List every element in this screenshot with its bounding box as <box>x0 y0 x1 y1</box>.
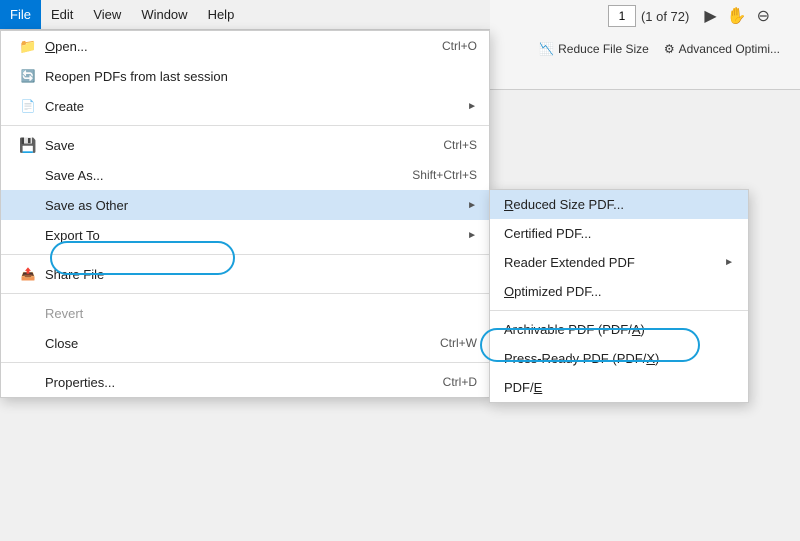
properties-shortcut: Ctrl+D <box>443 375 477 389</box>
menu-help[interactable]: Help <box>198 0 245 29</box>
menu-item-open[interactable]: 📁 Open... Ctrl+O <box>1 31 489 61</box>
submenu-item-reader-extended[interactable]: Reader Extended PDF ► <box>490 248 748 277</box>
menu-item-save[interactable]: 💾 Save Ctrl+S <box>1 130 489 160</box>
optimized-pdf-label: Optimized PDF... <box>504 284 734 299</box>
open-label: Open... <box>45 39 422 54</box>
separator-2 <box>1 254 489 255</box>
close-shortcut: Ctrl+W <box>440 336 477 350</box>
properties-label: Properties... <box>45 375 423 390</box>
menu-item-revert: Revert <box>1 298 489 328</box>
page-count: (1 of 72) <box>641 9 689 24</box>
create-arrow: ► <box>467 101 477 112</box>
submenu-separator-1 <box>490 310 748 311</box>
menu-item-create[interactable]: 📄 Create ► <box>1 91 489 121</box>
optimize-icon: ⚙ <box>664 42 675 56</box>
submenu-item-press-ready-pdf[interactable]: Press-Ready PDF (PDF/X) <box>490 344 748 373</box>
page-nav: (1 of 72) <box>608 5 689 27</box>
save-label: Save <box>45 138 423 153</box>
advanced-optimize-btn[interactable]: ⚙ Advanced Optimi... <box>664 42 780 56</box>
menu-item-properties[interactable]: Properties... Ctrl+D <box>1 367 489 397</box>
save-as-shortcut: Shift+Ctrl+S <box>412 168 477 182</box>
reduce-icon: 📉 <box>539 42 554 56</box>
menu-item-save-as-other[interactable]: Save as Other ► Reduced Size PDF... Cert… <box>1 190 489 220</box>
reopen-icon: 🔄 <box>15 69 41 83</box>
reduced-pdf-label: Reduced Size PDF... <box>504 197 734 212</box>
export-to-arrow: ► <box>467 230 477 241</box>
app-window: (1 of 72) ▶ ✋ ⊖ 📉 Reduce File Size ⚙ Adv… <box>0 0 800 541</box>
save-as-other-arrow: ► <box>467 200 477 211</box>
separator-3 <box>1 293 489 294</box>
revert-label: Revert <box>45 306 477 321</box>
separator-4 <box>1 362 489 363</box>
hand-icon[interactable]: ✋ <box>727 6 747 26</box>
save-icon: 💾 <box>15 137 41 154</box>
menu-item-save-as[interactable]: Save As... Shift+Ctrl+S <box>1 160 489 190</box>
menu-view[interactable]: View <box>83 0 131 29</box>
export-to-label: Export To <box>45 228 467 243</box>
menubar: File Edit View Window Help <box>0 0 490 30</box>
submenu-item-reduced-pdf[interactable]: Reduced Size PDF... <box>490 190 748 219</box>
submenu-item-optimized-pdf[interactable]: Optimized PDF... <box>490 277 748 306</box>
menu-edit[interactable]: Edit <box>41 0 83 29</box>
share-label: Share File <box>45 267 477 282</box>
reader-extended-arrow: ► <box>724 257 734 268</box>
toolbar-actions: 📉 Reduce File Size ⚙ Advanced Optimi... <box>539 42 780 56</box>
open-shortcut: Ctrl+O <box>442 39 477 53</box>
certified-pdf-label: Certified PDF... <box>504 226 734 241</box>
separator-1 <box>1 125 489 126</box>
page-number-input[interactable] <box>608 5 636 27</box>
share-icon: 📤 <box>15 267 41 281</box>
menu-file[interactable]: File <box>0 0 41 29</box>
create-icon: 📄 <box>15 99 41 113</box>
press-ready-pdf-label: Press-Ready PDF (PDF/X) <box>504 351 734 366</box>
pdfe-label: PDF/E <box>504 380 734 395</box>
reader-extended-label: Reader Extended PDF <box>504 255 724 270</box>
submenu-item-archivable-pdf[interactable]: Archivable PDF (PDF/A) <box>490 315 748 344</box>
file-dropdown-menu: 📁 Open... Ctrl+O 🔄 Reopen PDFs from last… <box>0 30 490 398</box>
menu-window[interactable]: Window <box>131 0 197 29</box>
reduce-label: Reduce File Size <box>558 42 649 56</box>
submenu-item-certified-pdf[interactable]: Certified PDF... <box>490 219 748 248</box>
toolbar-right: (1 of 72) ▶ ✋ ⊖ <box>608 5 770 27</box>
reduce-file-size-btn[interactable]: 📉 Reduce File Size <box>539 42 649 56</box>
menu-item-close[interactable]: Close Ctrl+W <box>1 328 489 358</box>
reopen-label: Reopen PDFs from last session <box>45 69 477 84</box>
archivable-pdf-label: Archivable PDF (PDF/A) <box>504 322 734 337</box>
optimize-label: Advanced Optimi... <box>679 42 780 56</box>
menu-item-share[interactable]: 📤 Share File <box>1 259 489 289</box>
menu-item-reopen[interactable]: 🔄 Reopen PDFs from last session <box>1 61 489 91</box>
menu-item-export-to[interactable]: Export To ► <box>1 220 489 250</box>
create-label: Create <box>45 99 467 114</box>
submenu-item-pdfe[interactable]: PDF/E <box>490 373 748 402</box>
toolbar-icons: ▶ ✋ ⊖ <box>704 6 770 26</box>
save-as-label: Save As... <box>45 168 392 183</box>
cursor-icon[interactable]: ▶ <box>704 6 716 26</box>
save-shortcut: Ctrl+S <box>443 138 477 152</box>
open-icon: 📁 <box>15 38 41 55</box>
close-label: Close <box>45 336 420 351</box>
zoom-out-icon[interactable]: ⊖ <box>757 6 770 26</box>
save-as-other-label: Save as Other <box>45 198 467 213</box>
save-as-other-submenu: Reduced Size PDF... Certified PDF... Rea… <box>489 189 749 403</box>
